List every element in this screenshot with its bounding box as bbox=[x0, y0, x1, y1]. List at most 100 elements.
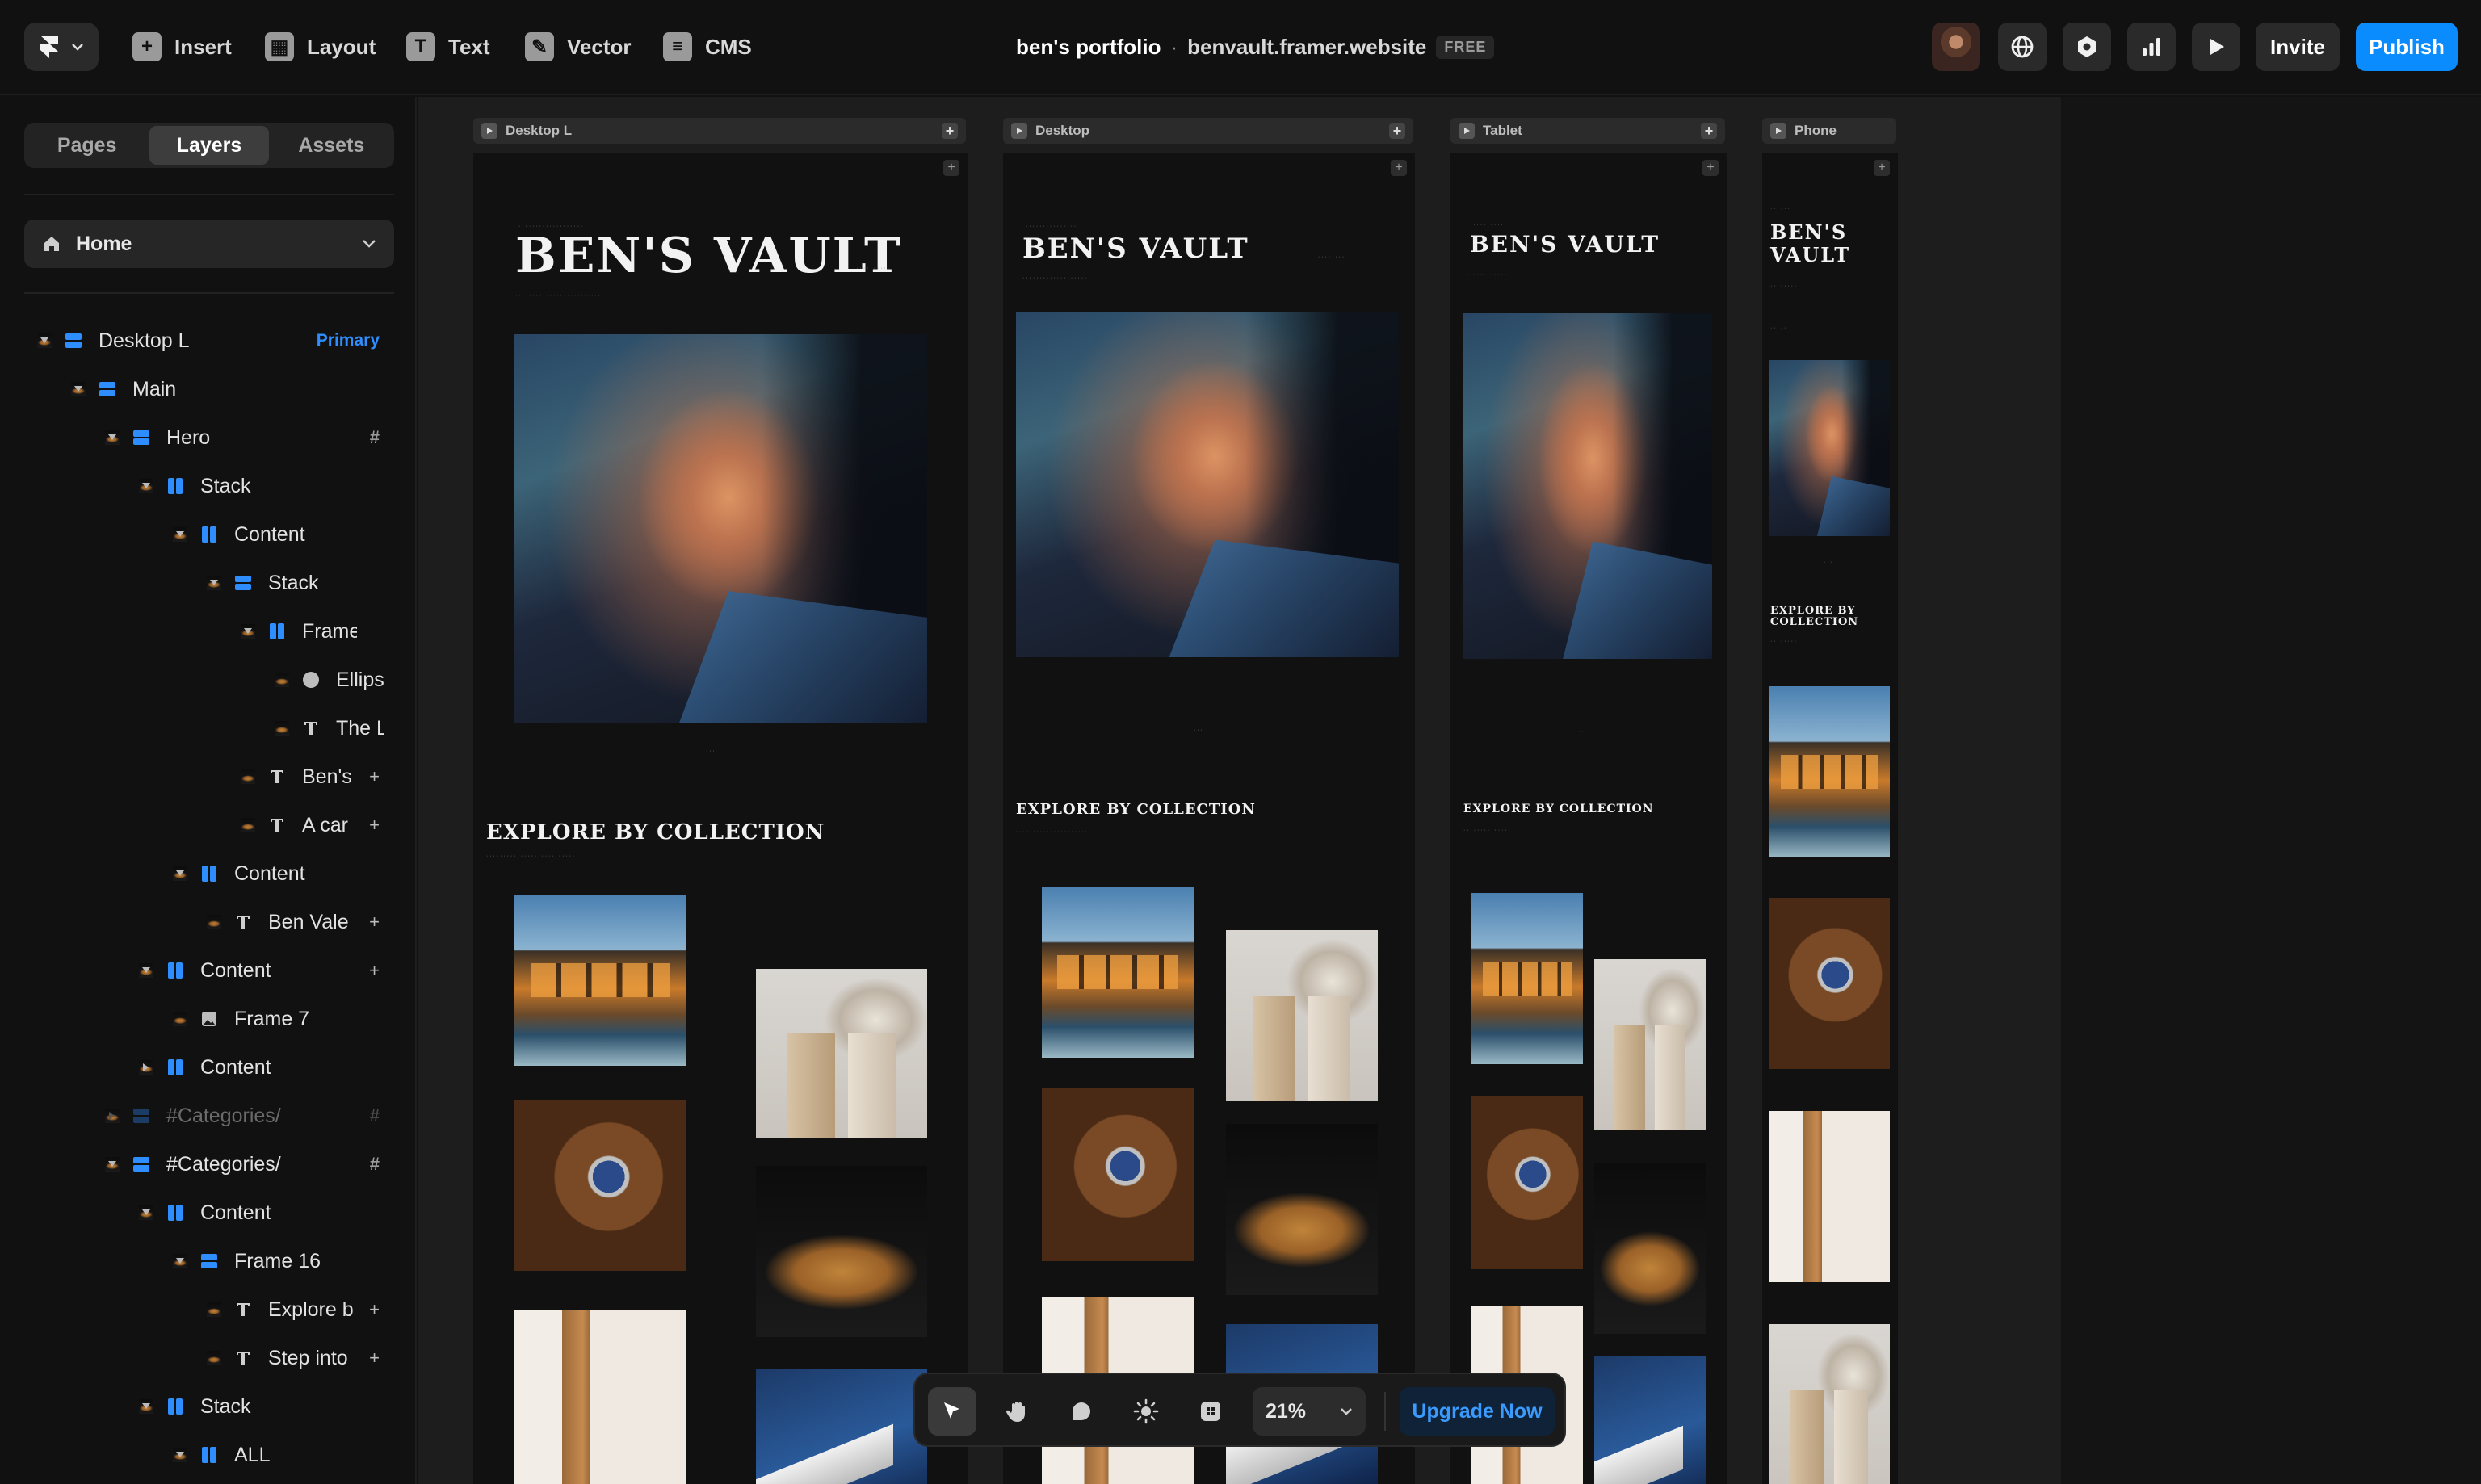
layer-row[interactable]: Stack bbox=[0, 462, 415, 510]
publish-button[interactable]: Publish bbox=[2356, 23, 2458, 71]
tab-pages[interactable]: Pages bbox=[27, 126, 146, 165]
layer-row[interactable]: Frame 24 bbox=[0, 607, 415, 656]
layout-button[interactable]: ▦ Layout bbox=[265, 29, 376, 65]
caret-down-icon[interactable] bbox=[241, 624, 255, 639]
add-icon[interactable]: + bbox=[369, 766, 380, 787]
upgrade-now-button[interactable]: Upgrade Now bbox=[1400, 1387, 1555, 1436]
components-button[interactable] bbox=[1186, 1387, 1235, 1436]
breakpoint-header-tablet[interactable]: Tablet + bbox=[1450, 118, 1725, 144]
caret-right-icon[interactable] bbox=[105, 1109, 120, 1123]
caret-down-icon[interactable] bbox=[139, 1399, 153, 1414]
add-breakpoint-icon[interactable]: + bbox=[1389, 123, 1405, 139]
add-icon[interactable]: + bbox=[369, 960, 380, 981]
collection-image-art[interactable] bbox=[1594, 959, 1706, 1130]
frame-desktop-l[interactable]: + · · · · · · · · · · · · · · · · · · · … bbox=[473, 153, 968, 1484]
hero-portrait-image[interactable] bbox=[1769, 360, 1890, 536]
theme-toggle-button[interactable] bbox=[1122, 1387, 1170, 1436]
caret-right-icon[interactable] bbox=[139, 1060, 153, 1075]
layer-row[interactable]: Frame 16 bbox=[0, 1237, 415, 1285]
caret-down-icon[interactable] bbox=[139, 963, 153, 978]
frame-options-icon[interactable]: + bbox=[1874, 160, 1890, 176]
layer-row[interactable]: Stack bbox=[0, 1382, 415, 1431]
collection-image-timepieces[interactable] bbox=[1042, 1088, 1194, 1261]
layer-row[interactable]: Main bbox=[0, 365, 415, 413]
layer-row[interactable]: Content bbox=[0, 849, 415, 898]
layer-row[interactable]: Ellipse bbox=[0, 656, 415, 704]
canvas-empty-area[interactable] bbox=[2061, 97, 2481, 1484]
collection-image-decor[interactable] bbox=[514, 1310, 686, 1484]
layer-row[interactable]: Hero # bbox=[0, 413, 415, 462]
plugins-button[interactable] bbox=[2063, 23, 2111, 71]
collection-image-timepieces[interactable] bbox=[514, 1100, 686, 1271]
add-icon[interactable]: + bbox=[369, 815, 380, 836]
add-icon[interactable]: + bbox=[369, 912, 380, 933]
text-button[interactable]: T Text bbox=[406, 29, 490, 65]
add-icon[interactable]: + bbox=[369, 1348, 380, 1369]
caret-down-icon[interactable] bbox=[173, 1254, 187, 1268]
add-icon[interactable]: + bbox=[369, 1299, 380, 1320]
hand-tool-button[interactable] bbox=[993, 1387, 1041, 1436]
cms-button[interactable]: ≡ CMS bbox=[663, 29, 752, 65]
collection-image-jets[interactable] bbox=[1594, 1356, 1706, 1484]
caret-down-icon[interactable] bbox=[105, 1157, 120, 1172]
collection-image-real-estate[interactable] bbox=[1042, 887, 1194, 1058]
layer-row[interactable]: A car + bbox=[0, 801, 415, 849]
collection-image-real-estate[interactable] bbox=[514, 895, 686, 1066]
breakpoint-header-desktop[interactable]: Desktop + bbox=[1003, 118, 1413, 144]
tab-layers[interactable]: Layers bbox=[149, 126, 269, 165]
layer-row[interactable]: Content bbox=[0, 510, 415, 559]
frame-options-icon[interactable]: + bbox=[1702, 160, 1719, 176]
frame-phone[interactable]: + · · · · · · BEN'S VAULT · · · · · · · … bbox=[1762, 153, 1898, 1484]
zoom-select[interactable]: 21% bbox=[1253, 1387, 1366, 1436]
collection-image-timepieces[interactable] bbox=[1769, 898, 1890, 1069]
hero-portrait-image[interactable] bbox=[1016, 312, 1399, 657]
frame-options-icon[interactable]: + bbox=[1391, 160, 1407, 176]
caret-down-icon[interactable] bbox=[37, 333, 52, 348]
caret-down-icon[interactable] bbox=[173, 1448, 187, 1462]
breakpoint-header-phone[interactable]: Phone bbox=[1762, 118, 1896, 144]
caret-down-icon[interactable] bbox=[71, 382, 86, 396]
breakpoint-header-desktop-l[interactable]: Desktop L + bbox=[473, 118, 966, 144]
collection-image-cars[interactable] bbox=[756, 1166, 927, 1337]
caret-down-icon[interactable] bbox=[173, 527, 187, 542]
select-tool-button[interactable] bbox=[928, 1387, 976, 1436]
insert-button[interactable]: + Insert bbox=[132, 29, 232, 65]
collection-image-art[interactable] bbox=[1226, 930, 1378, 1101]
collection-image-timepieces[interactable] bbox=[1471, 1096, 1583, 1269]
caret-down-icon[interactable] bbox=[139, 1205, 153, 1220]
layer-row[interactable]: Explore b + bbox=[0, 1285, 415, 1334]
layer-row[interactable]: Desktop L Primary bbox=[0, 317, 415, 365]
caret-down-icon[interactable] bbox=[207, 576, 221, 590]
hero-portrait-image[interactable] bbox=[514, 334, 927, 723]
collection-image-art[interactable] bbox=[1769, 1324, 1890, 1484]
collection-image-decor[interactable] bbox=[1769, 1111, 1890, 1282]
layer-row[interactable]: Content + bbox=[0, 946, 415, 995]
layer-row[interactable]: Stack bbox=[0, 559, 415, 607]
layer-row[interactable]: Step into + bbox=[0, 1334, 415, 1382]
layer-row[interactable]: Ben Vale + bbox=[0, 898, 415, 946]
caret-down-icon[interactable] bbox=[173, 866, 187, 881]
add-breakpoint-icon[interactable]: + bbox=[1701, 123, 1717, 139]
tab-assets[interactable]: Assets bbox=[272, 126, 391, 165]
layer-row[interactable]: Content bbox=[0, 1188, 415, 1237]
site-settings-button[interactable] bbox=[1998, 23, 2047, 71]
frame-desktop[interactable]: + · · · · · · · · · · · · · · · BEN'S VA… bbox=[1003, 153, 1415, 1484]
collection-image-cars[interactable] bbox=[1226, 1124, 1378, 1295]
add-breakpoint-icon[interactable]: + bbox=[942, 123, 958, 139]
collection-image-art[interactable] bbox=[756, 969, 927, 1138]
preview-button[interactable] bbox=[2192, 23, 2240, 71]
layer-row[interactable]: The Le bbox=[0, 704, 415, 752]
caret-down-icon[interactable] bbox=[105, 430, 120, 445]
layer-row[interactable]: ALL bbox=[0, 1431, 415, 1479]
invite-button[interactable]: Invite bbox=[2256, 23, 2340, 71]
vector-button[interactable]: ✎ Vector bbox=[525, 29, 632, 65]
layer-row[interactable]: Frame 7 bbox=[0, 995, 415, 1043]
layer-row[interactable]: Ben's + bbox=[0, 752, 415, 801]
caret-down-icon[interactable] bbox=[139, 479, 153, 493]
layer-row[interactable]: #Categories/ # bbox=[0, 1140, 415, 1188]
hero-portrait-image[interactable] bbox=[1463, 313, 1712, 659]
collection-image-real-estate[interactable] bbox=[1769, 686, 1890, 857]
collection-image-jets[interactable] bbox=[756, 1369, 927, 1484]
layer-row[interactable]: Content bbox=[0, 1043, 415, 1092]
collection-image-real-estate[interactable] bbox=[1471, 893, 1583, 1064]
